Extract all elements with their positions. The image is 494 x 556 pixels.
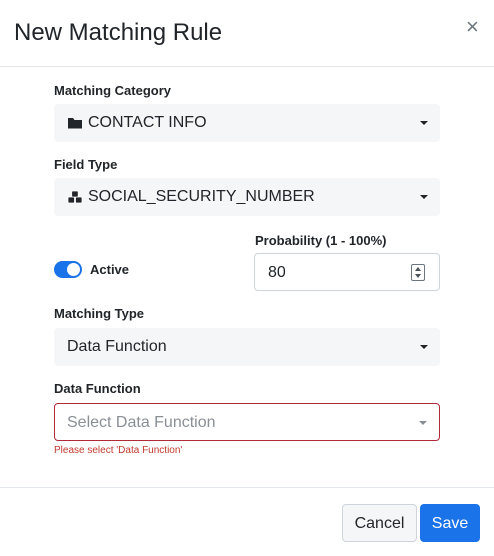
probability-value: 80 xyxy=(268,264,286,281)
toggle-knob xyxy=(67,263,80,276)
chevron-down-icon xyxy=(420,121,428,125)
save-button[interactable]: Save xyxy=(420,504,480,542)
active-toggle[interactable] xyxy=(54,261,82,278)
chevron-down-icon xyxy=(419,421,427,425)
data-function-error: Please select 'Data Function' xyxy=(54,445,183,456)
data-function-placeholder: Select Data Function xyxy=(67,414,216,431)
probability-label: Probability (1 - 100%) xyxy=(255,233,387,248)
cancel-button-label: Cancel xyxy=(354,515,405,532)
spin-down-icon[interactable] xyxy=(415,274,421,278)
dialog-title: New Matching Rule xyxy=(14,19,223,46)
field-type-label: Field Type xyxy=(54,157,118,172)
matching-category-label: Matching Category xyxy=(54,83,172,98)
field-type-value: SOCIAL_SECURITY_NUMBER xyxy=(88,188,315,205)
folder-icon xyxy=(68,118,82,129)
save-button-label: Save xyxy=(431,515,469,532)
close-icon[interactable]: × xyxy=(466,15,479,39)
active-label: Active xyxy=(90,262,130,277)
spin-up-icon[interactable] xyxy=(415,267,421,271)
chevron-down-icon xyxy=(420,195,428,199)
data-function-label: Data Function xyxy=(54,381,141,396)
probability-input[interactable]: 80 xyxy=(254,253,440,291)
matching-type-label: Matching Type xyxy=(54,306,145,321)
dialog-header: New Matching Rule × xyxy=(0,0,494,67)
matching-category-value: CONTACT INFO xyxy=(88,114,207,131)
new-matching-rule-dialog: New Matching Rule × Matching Category CO… xyxy=(0,0,494,555)
matching-type-select[interactable]: Data Function xyxy=(54,328,440,366)
data-function-select[interactable]: Select Data Function xyxy=(54,403,440,441)
matching-category-select[interactable]: CONTACT INFO xyxy=(54,104,440,142)
chevron-down-icon xyxy=(420,345,428,349)
cubes-icon xyxy=(67,190,83,204)
matching-type-value: Data Function xyxy=(67,338,167,355)
cancel-button[interactable]: Cancel xyxy=(342,504,417,542)
field-type-select[interactable]: SOCIAL_SECURITY_NUMBER xyxy=(54,178,440,216)
number-spinner[interactable] xyxy=(411,264,425,281)
